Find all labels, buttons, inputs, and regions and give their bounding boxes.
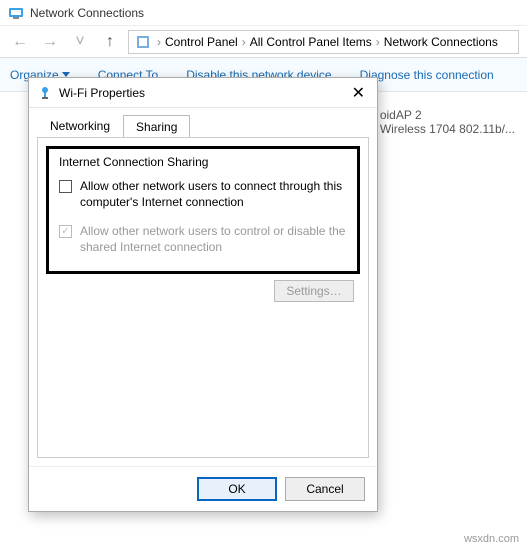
group-label: Internet Connection Sharing bbox=[59, 155, 347, 169]
close-icon[interactable]: ✕ bbox=[348, 83, 369, 103]
nav-row: ← → ˅ ↑ › Control Panel › All Control Pa… bbox=[0, 26, 527, 58]
chevron-right-icon: › bbox=[157, 35, 161, 49]
network-connections-icon bbox=[8, 5, 24, 21]
window-title: Network Connections bbox=[30, 6, 144, 20]
tab-sharing[interactable]: Sharing bbox=[123, 115, 190, 138]
tab-panel: Internet Connection Sharing Allow other … bbox=[37, 137, 369, 458]
ok-button[interactable]: OK bbox=[197, 477, 277, 501]
control-panel-icon bbox=[135, 34, 151, 50]
window-titlebar: Network Connections bbox=[0, 0, 527, 26]
watermark: wsxdn.com bbox=[464, 533, 519, 545]
forward-arrow-icon[interactable]: → bbox=[38, 30, 62, 54]
cancel-button[interactable]: Cancel bbox=[285, 477, 365, 501]
settings-button: Settings… bbox=[274, 280, 354, 302]
diagnose-button[interactable]: Diagnose this connection bbox=[360, 68, 494, 82]
checkbox-icon[interactable] bbox=[59, 180, 72, 193]
checkmark-icon: ✓ bbox=[61, 227, 69, 237]
wifi-properties-icon bbox=[37, 85, 53, 101]
checkbox-icon: ✓ bbox=[59, 225, 72, 238]
ics-group: Internet Connection Sharing Allow other … bbox=[46, 146, 360, 274]
chevron-right-icon: › bbox=[242, 35, 246, 49]
tab-strip: Networking Sharing bbox=[29, 108, 377, 137]
dialog-button-row: OK Cancel bbox=[29, 466, 377, 511]
dialog-title: Wi-Fi Properties bbox=[59, 86, 348, 100]
breadcrumb-item[interactable]: Network Connections bbox=[382, 35, 500, 49]
checkbox-label: Allow other network users to control or … bbox=[80, 224, 347, 255]
allow-control-checkbox-row: ✓ Allow other network users to control o… bbox=[59, 224, 347, 255]
wifi-properties-dialog: Wi-Fi Properties ✕ Networking Sharing In… bbox=[28, 77, 378, 512]
connection-name: oidAP 2 bbox=[380, 108, 515, 122]
recent-dropdown-icon[interactable]: ˅ bbox=[68, 30, 92, 54]
checkbox-label: Allow other network users to connect thr… bbox=[80, 179, 347, 210]
breadcrumb-item[interactable]: Control Panel bbox=[163, 35, 240, 49]
connection-item[interactable]: oidAP 2 Wireless 1704 802.11b/... bbox=[380, 108, 515, 136]
tab-networking[interactable]: Networking bbox=[37, 114, 123, 137]
up-arrow-icon[interactable]: ↑ bbox=[98, 30, 122, 54]
breadcrumb-item[interactable]: All Control Panel Items bbox=[248, 35, 374, 49]
chevron-right-icon: › bbox=[376, 35, 380, 49]
allow-connect-checkbox-row[interactable]: Allow other network users to connect thr… bbox=[59, 179, 347, 210]
back-arrow-icon[interactable]: ← bbox=[8, 30, 32, 54]
breadcrumb[interactable]: › Control Panel › All Control Panel Item… bbox=[128, 30, 519, 54]
connection-adapter: Wireless 1704 802.11b/... bbox=[380, 122, 515, 136]
dialog-titlebar: Wi-Fi Properties ✕ bbox=[29, 78, 377, 108]
